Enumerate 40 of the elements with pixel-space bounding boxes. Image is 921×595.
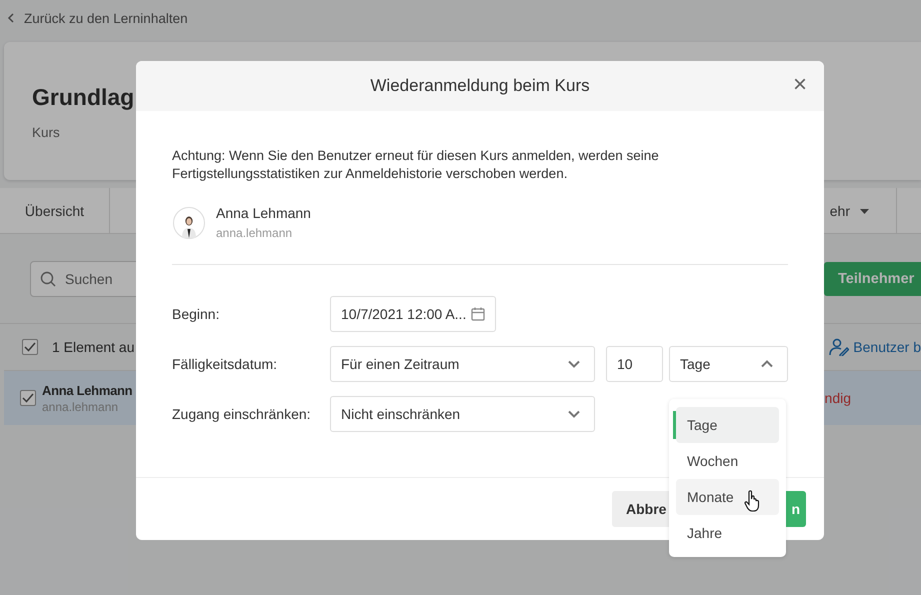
chevron-down-icon: [568, 360, 580, 368]
tab[interactable]: ehr: [829, 188, 897, 234]
caret-down-icon: [860, 208, 869, 214]
field-label: Fälligkeitsdatum:: [172, 356, 278, 372]
username: anna.lehmann: [216, 226, 294, 240]
close-button[interactable]: ×: [790, 73, 810, 97]
chevron-up-icon: [761, 360, 773, 368]
tab[interactable]: Übersicht: [0, 188, 110, 234]
warning-text: Achtung: Wenn Sie den Benutzer erneut für diesen Kurs anmelden, werden seine Fertigstellungsstatistiken zur Anmeldehistorie verschoben werden.: [172, 147, 660, 183]
period-select[interactable]: Für einen Zeitraum: [330, 346, 595, 382]
amount-field[interactable]: 10: [606, 346, 663, 382]
course-type: Kurs: [32, 125, 61, 140]
checkbox[interactable]: [20, 390, 36, 406]
selection-count: 1 Element au: [52, 339, 134, 355]
date-field[interactable]: 10/7/2021 12:00 A...: [330, 296, 496, 332]
status-text: ndig: [824, 390, 851, 406]
access-select[interactable]: Nicht einschränken: [330, 396, 595, 432]
dialog-title: Wiederanmeldung beim Kurs: [370, 76, 590, 96]
user-name: Anna Lehmann: [216, 205, 311, 221]
dropdown-option[interactable]: Wochen: [676, 443, 779, 479]
field-label: Zugang einschränken:: [172, 406, 312, 422]
chevron-left-icon: [7, 13, 14, 23]
checkmark-icon: [24, 342, 36, 352]
back-link[interactable]: Zurück zu den Lerninhalten: [7, 10, 188, 26]
avatar-icon: [173, 206, 205, 238]
checkbox[interactable]: [22, 339, 38, 355]
search-icon: [40, 270, 56, 286]
dropdown-option[interactable]: Tage: [676, 407, 779, 443]
user-edit-icon: [829, 338, 850, 356]
hand-cursor-icon: [744, 490, 760, 512]
course-title: Grundlag: [32, 84, 134, 111]
username: anna.lehmann: [42, 400, 120, 414]
calendar-icon: [471, 307, 485, 321]
user-name: Anna Lehmann: [42, 382, 132, 398]
dropdown-option[interactable]: Monate: [676, 479, 779, 515]
user-action-link[interactable]: Benutzer b: [829, 338, 921, 356]
checkmark-icon: [22, 393, 34, 403]
field-label: Beginn:: [172, 306, 220, 322]
unit-select[interactable]: Tage: [669, 346, 788, 382]
chevron-down-icon: [568, 410, 580, 418]
